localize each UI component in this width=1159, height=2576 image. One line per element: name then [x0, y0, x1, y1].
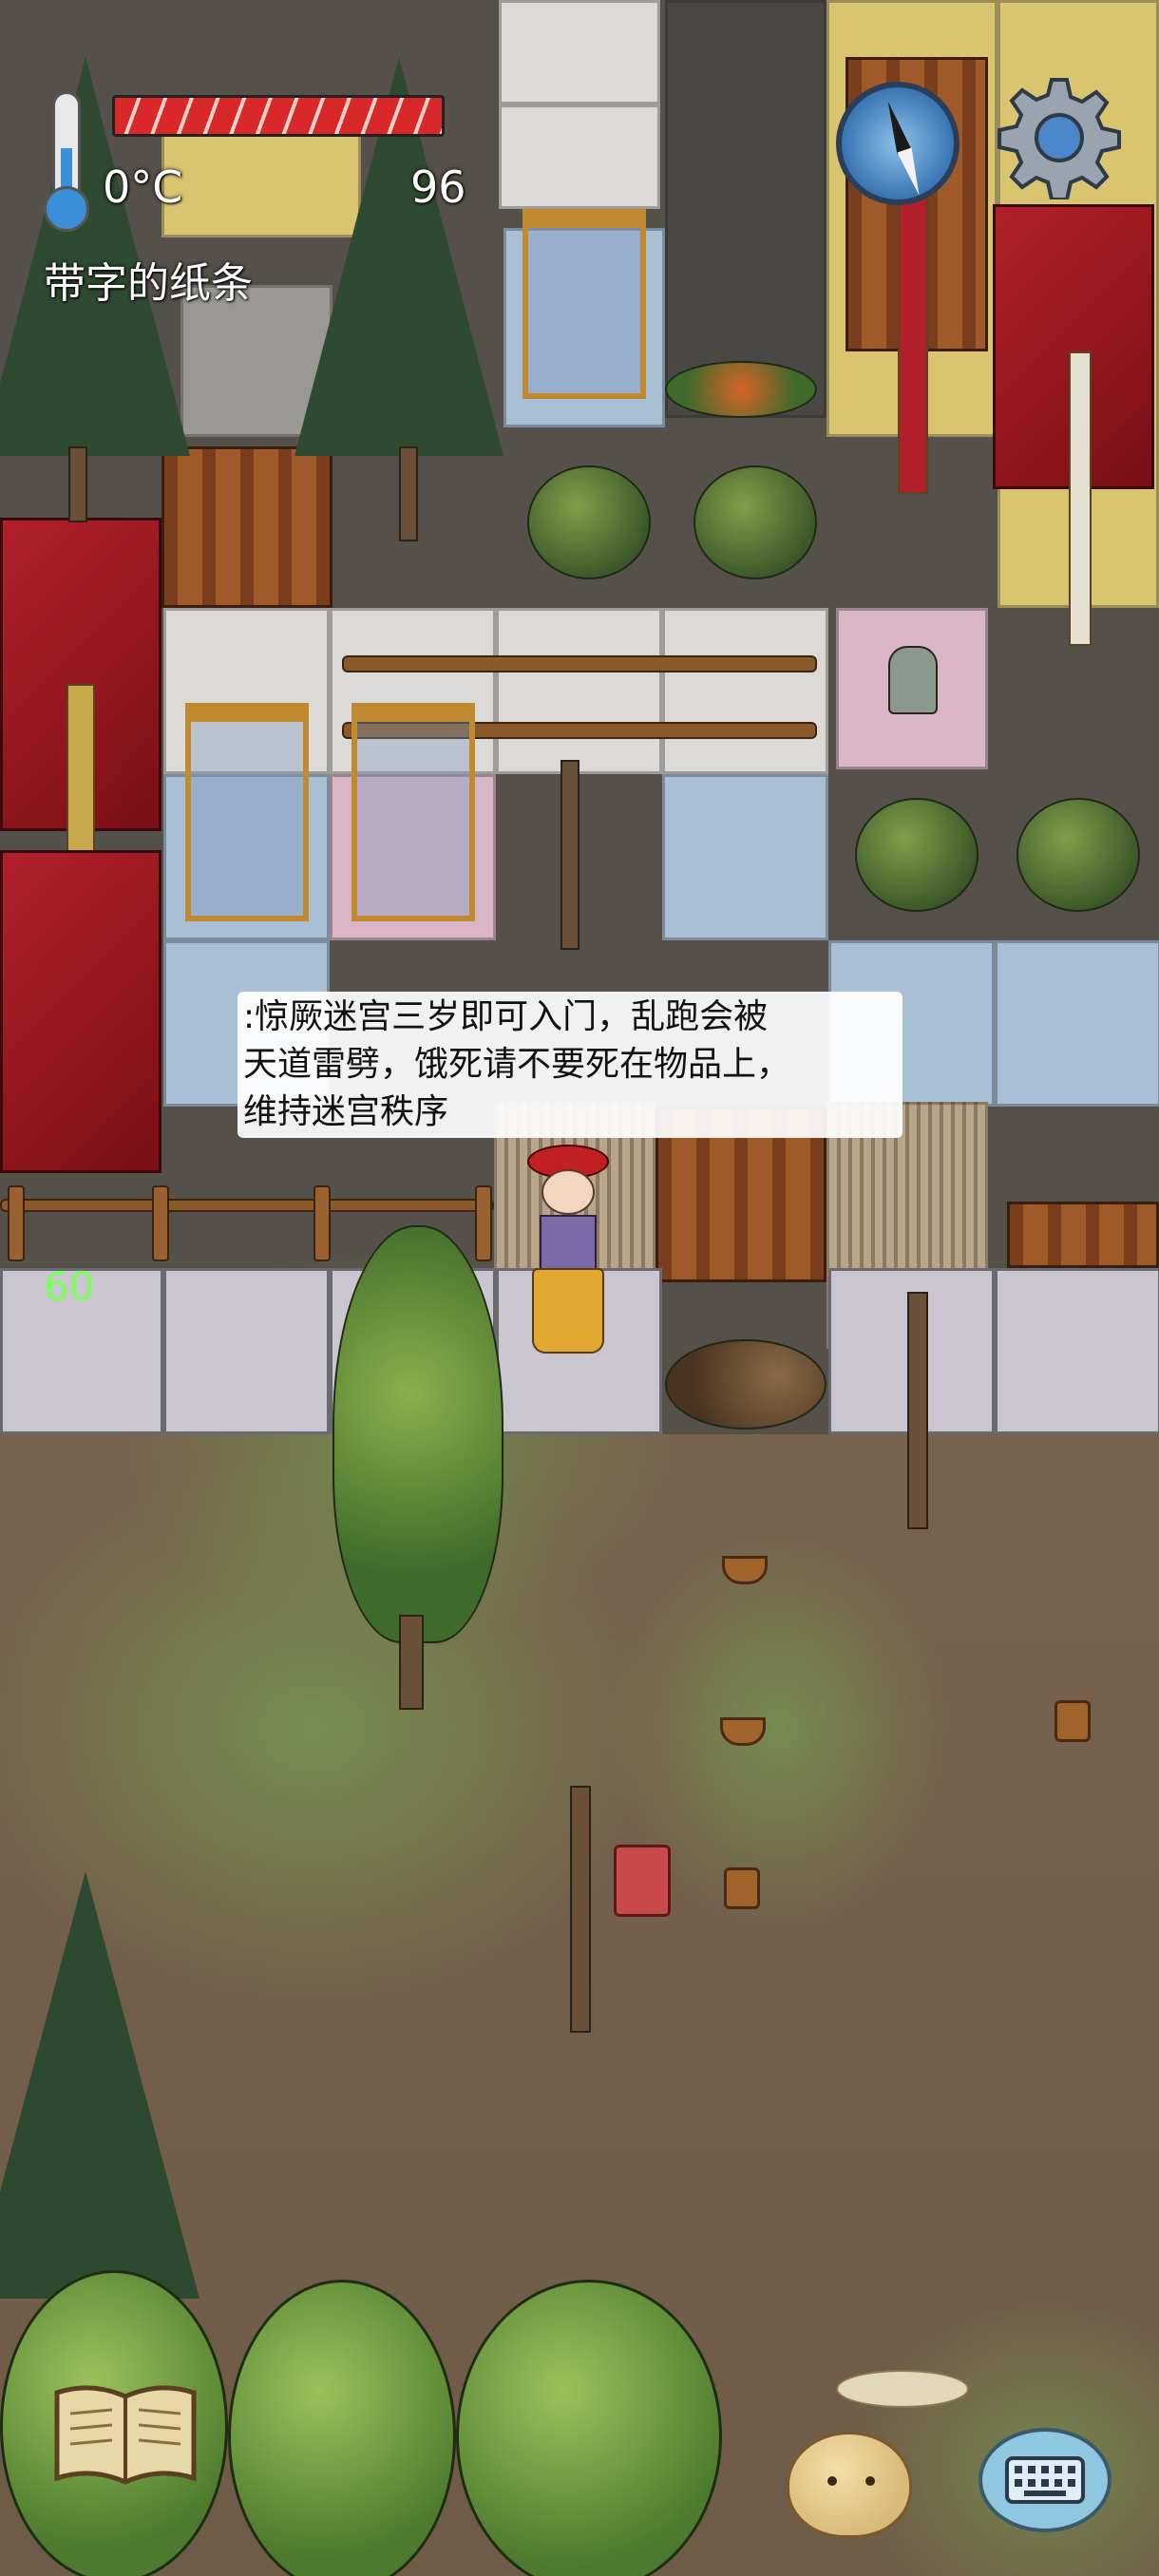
stone-floor	[995, 1268, 1159, 1434]
yellow-pole	[66, 684, 95, 855]
tree-trunk	[399, 1615, 424, 1710]
rail-track	[342, 655, 817, 672]
bell-icon[interactable]	[888, 646, 938, 714]
player-character[interactable]	[522, 1135, 627, 1382]
basket[interactable]	[720, 1717, 766, 1746]
speech-line: 维持迷宫秩序	[243, 1092, 449, 1131]
rose-bush[interactable]	[855, 798, 978, 912]
berry-bush[interactable]	[228, 2280, 456, 2576]
compass-needle-south	[897, 147, 927, 199]
tree-trunk	[399, 446, 418, 541]
floor-tile	[662, 774, 828, 940]
potato-eye	[865, 2476, 875, 2486]
book-icon[interactable]	[49, 2379, 201, 2489]
thermometer-bulb	[44, 186, 89, 232]
speech-line: 天道雷劈，饿死请不要死在物品上，	[243, 1045, 791, 1084]
wooden-door[interactable]	[162, 446, 332, 608]
floor-tile	[496, 608, 662, 774]
red-pole	[898, 190, 928, 494]
hay-pile[interactable]	[836, 2370, 969, 2408]
basket[interactable]	[722, 1556, 768, 1584]
floor-tile	[662, 608, 828, 774]
floor-tile	[995, 940, 1159, 1107]
vegetable-patch[interactable]	[665, 361, 817, 418]
food-bar-fill	[115, 98, 442, 134]
held-item-label: 带字的纸条	[44, 259, 253, 308]
fence-post	[152, 1185, 169, 1261]
game-world[interactable]	[0, 0, 1159, 2576]
berry-bush[interactable]	[456, 2280, 722, 2576]
bison[interactable]	[665, 1339, 826, 1430]
player-skirt	[532, 1268, 604, 1354]
cart[interactable]	[1007, 1202, 1159, 1268]
speech-bubble: :惊厥迷宫三岁即可入门，乱跑会被 天道雷劈，饿死请不要死在物品上， 维持迷宫秩序	[238, 992, 902, 1138]
rose-bush[interactable]	[527, 465, 651, 579]
water-well[interactable]	[522, 209, 646, 399]
wooden-barrel[interactable]	[724, 1867, 760, 1909]
speech-line: :惊厥迷宫三岁即可入门，乱跑会被	[243, 997, 769, 1036]
player-body	[540, 1215, 597, 1272]
food-bar	[112, 95, 445, 137]
loom[interactable]	[499, 0, 660, 104]
bare-tree	[560, 760, 580, 950]
red-block	[0, 850, 162, 1173]
player-head	[542, 1169, 595, 1215]
food-value-label: 96	[410, 161, 466, 213]
compass-needle-north	[881, 99, 912, 155]
keyboard-icon[interactable]	[978, 2428, 1112, 2532]
fence-post	[314, 1185, 331, 1261]
white-pole	[1069, 351, 1092, 646]
cypress-tree	[332, 1225, 504, 1643]
fps-counter: 60	[44, 1263, 95, 1310]
water-well[interactable]	[185, 703, 309, 921]
compass-icon[interactable]	[836, 82, 960, 205]
dirt-tile	[665, 0, 826, 418]
fence-post	[8, 1185, 25, 1261]
rose-bush[interactable]	[1016, 798, 1140, 912]
wooden-barrel[interactable]	[1054, 1700, 1091, 1742]
temperature-label: 0°C	[103, 161, 183, 213]
bare-tree	[907, 1292, 928, 1529]
bare-tree	[570, 1786, 591, 2033]
water-well[interactable]	[352, 703, 475, 921]
pine-tree	[0, 1871, 200, 2299]
thermometer-icon	[42, 91, 91, 234]
gear-icon[interactable]	[998, 76, 1121, 201]
fence-post	[475, 1185, 492, 1261]
wooden-fence	[0, 1199, 494, 1212]
stone-floor	[163, 1268, 330, 1434]
lantern[interactable]	[614, 1845, 671, 1917]
tree-trunk	[68, 446, 87, 522]
floor-tile	[499, 104, 660, 209]
rose-bush[interactable]	[694, 465, 817, 579]
potato-eye	[827, 2476, 837, 2486]
potato-emote-icon[interactable]	[787, 2432, 912, 2538]
